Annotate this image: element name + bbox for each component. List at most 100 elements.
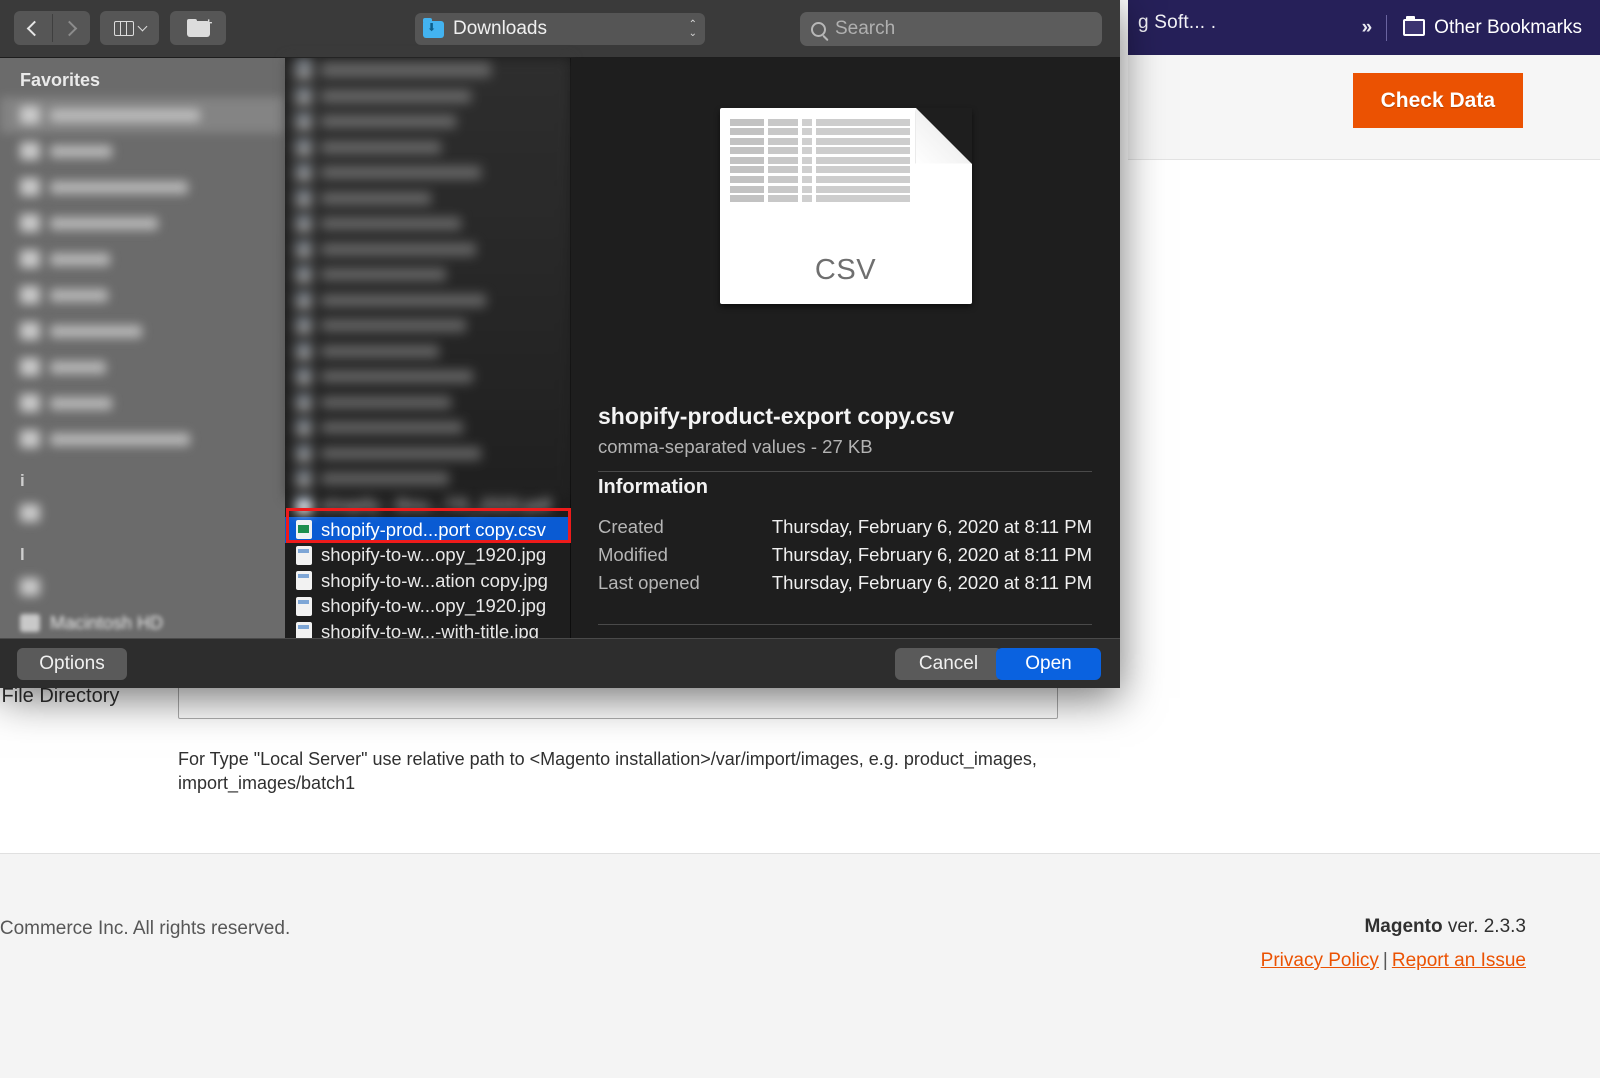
list-item-selected[interactable]: shopify-prod...port copy.csv — [285, 517, 570, 543]
list-item[interactable] — [285, 390, 570, 416]
sidebar-item-label — [50, 360, 106, 374]
list-item[interactable] — [285, 211, 570, 237]
file-icon — [296, 137, 312, 157]
list-item[interactable] — [285, 186, 570, 212]
folder-icon — [20, 250, 40, 268]
new-folder-glyph: + — [186, 16, 213, 37]
csv-preview-lines — [729, 118, 910, 205]
csv-file-icon — [296, 520, 312, 540]
sidebar-item[interactable] — [0, 421, 285, 457]
sidebar-item-label — [50, 324, 142, 338]
sidebar-item[interactable] — [0, 277, 285, 313]
sidebar-item-label — [50, 288, 108, 302]
file-name: shopify-to-w...ation copy.jpg — [321, 569, 548, 591]
pdf-file-icon — [296, 494, 312, 514]
list-item[interactable] — [285, 364, 570, 390]
file-icon — [296, 239, 312, 259]
sidebar-item[interactable] — [0, 97, 285, 133]
sidebar-item[interactable] — [0, 385, 285, 421]
column-view-icon[interactable] — [100, 11, 159, 45]
list-item[interactable] — [285, 466, 570, 492]
bookmarks-divider — [1386, 14, 1388, 41]
finder-toolbar: + Downloads ⌃ ⌄ Search — [0, 0, 1120, 58]
jpg-file-icon — [296, 571, 312, 591]
jpg-file-icon — [296, 596, 312, 616]
file-icon — [296, 188, 312, 208]
preview-info-value: Thursday, February 6, 2020 at 8:11 PM — [771, 544, 1092, 565]
chevron-left-icon[interactable] — [14, 11, 52, 45]
chevron-right-icon[interactable] — [52, 11, 90, 45]
location-popup-button[interactable]: Downloads ⌃ ⌄ — [415, 13, 705, 45]
footer-copyright: o Commerce Inc. All rights reserved. — [0, 918, 291, 939]
file-name — [321, 140, 441, 154]
sidebar-section-icloud: i — [20, 471, 25, 490]
sidebar-item[interactable] — [0, 241, 285, 277]
preview-info-key: Created — [598, 516, 664, 537]
sidebar-item-label — [50, 396, 112, 410]
list-item[interactable] — [285, 288, 570, 314]
folder-icon — [1403, 16, 1426, 36]
sidebar-item[interactable] — [0, 349, 285, 385]
list-item[interactable] — [285, 237, 570, 263]
bookmark-item-truncated[interactable]: g Soft... . — [1138, 12, 1216, 34]
list-item[interactable]: shopify-to-w...opy_1920.jpg — [285, 543, 570, 569]
list-item[interactable] — [285, 160, 570, 186]
file-name — [321, 64, 491, 78]
sidebar-item[interactable] — [0, 313, 285, 349]
list-item[interactable]: shopify-to-w...ation copy.jpg — [285, 568, 570, 594]
options-button[interactable]: Options — [17, 648, 127, 680]
list-item[interactable] — [285, 135, 570, 161]
sidebar-item-label — [50, 144, 112, 158]
list-item[interactable] — [285, 84, 570, 110]
search-input[interactable]: Search — [800, 12, 1102, 46]
list-item[interactable] — [285, 313, 570, 339]
list-item[interactable] — [285, 58, 570, 84]
jpg-file-icon — [296, 545, 312, 565]
bookmarks-overflow-icon[interactable]: » — [1362, 17, 1373, 39]
list-item[interactable]: shopify - Bou...TR_2020.pdf — [285, 492, 570, 518]
list-item[interactable]: shopify-to-w...-with-title.jpg — [285, 619, 570, 638]
sidebar-item[interactable] — [0, 169, 285, 205]
new-folder-icon[interactable]: + — [170, 11, 226, 45]
cancel-button[interactable]: Cancel — [895, 648, 1002, 680]
list-item[interactable] — [285, 339, 570, 365]
list-item[interactable] — [285, 262, 570, 288]
sidebar-item-label — [50, 432, 190, 446]
preview-info-row: Created Thursday, February 6, 2020 at 8:1… — [598, 513, 1092, 541]
sidebar-item-macintosh-hd[interactable]: Macintosh HD — [0, 605, 285, 641]
file-name — [321, 166, 481, 180]
list-item[interactable] — [285, 415, 570, 441]
file-name — [321, 472, 449, 486]
list-item[interactable] — [285, 109, 570, 135]
file-name — [321, 217, 461, 231]
preview-info-key: Last opened — [598, 572, 700, 593]
downloads-folder-icon — [423, 17, 444, 38]
footer-version-number: ver. 2.3.3 — [1447, 916, 1526, 937]
folder-icon — [20, 394, 40, 412]
folder-icon — [20, 286, 40, 304]
file-name — [321, 395, 451, 409]
preview-info-row: Last opened Thursday, February 6, 2020 at… — [598, 569, 1092, 597]
list-item[interactable] — [285, 441, 570, 467]
open-button[interactable]: Open — [996, 648, 1101, 680]
list-item[interactable]: shopify-to-w...opy_1920.jpg — [285, 594, 570, 620]
check-data-button[interactable]: Check Data — [1352, 73, 1523, 128]
sidebar-item-icloud-drive[interactable] — [0, 495, 285, 531]
file-icon — [296, 290, 312, 310]
sidebar-item-label — [50, 252, 110, 266]
sidebar-item[interactable] — [0, 133, 285, 169]
preview-info-key: Modified — [598, 544, 668, 565]
sidebar-item[interactable] — [0, 205, 285, 241]
folder-icon — [20, 430, 40, 448]
file-icon — [296, 61, 312, 81]
file-icon — [296, 367, 312, 387]
finder-file-list[interactable]: shopify - Bou...TR_2020.pdf shopify-prod.… — [285, 58, 571, 638]
file-name — [321, 115, 456, 129]
preview-info-table: Created Thursday, February 6, 2020 at 8:1… — [598, 513, 1092, 597]
sidebar-item-label — [50, 216, 158, 230]
file-icon — [296, 392, 312, 412]
report-issue-link[interactable]: Report an Issue — [1392, 950, 1526, 971]
privacy-policy-link[interactable]: Privacy Policy — [1261, 950, 1379, 971]
other-bookmarks-label[interactable]: Other Bookmarks — [1434, 17, 1582, 39]
sidebar-item-location[interactable] — [0, 569, 285, 605]
